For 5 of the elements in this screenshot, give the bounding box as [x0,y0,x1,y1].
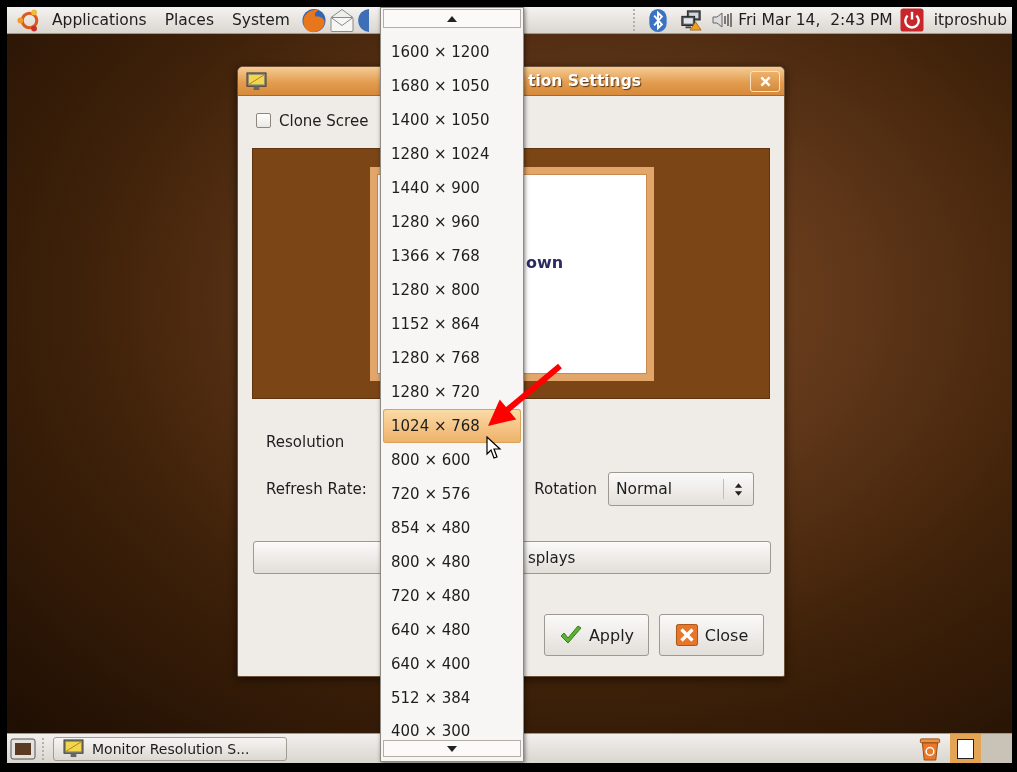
window-title: tion Settings [528,72,641,90]
monitor-label: own [526,253,564,272]
resolution-label: Resolution [266,432,345,452]
refresh-rate-label: Refresh Rate: [266,479,367,499]
rotation-label: Rotation [534,479,597,499]
